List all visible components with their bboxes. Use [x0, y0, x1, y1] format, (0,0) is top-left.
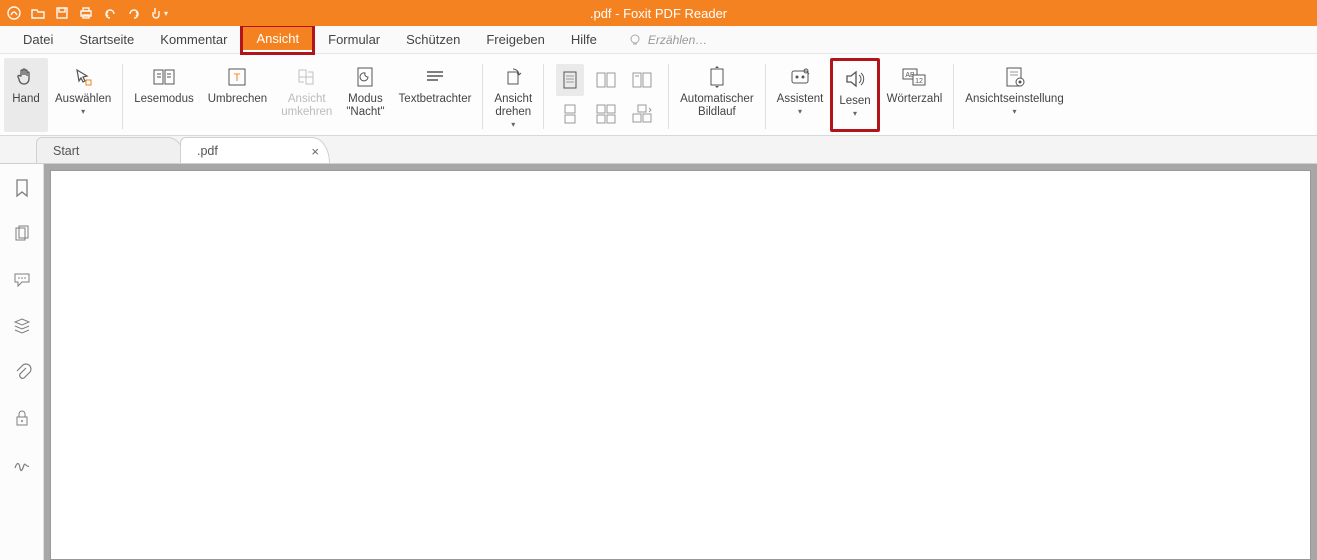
page-area[interactable] [44, 164, 1317, 560]
autoscroll-button[interactable]: AutomatischerBildlauf [673, 58, 761, 132]
pdf-page [50, 170, 1311, 560]
menu-bar: Datei Startseite Kommentar Ansicht Formu… [0, 26, 1317, 54]
invert-view-button: Ansichtumkehren [274, 58, 339, 132]
hand-tool-button[interactable]: Hand [4, 58, 48, 132]
invert-icon [296, 67, 318, 87]
lightbulb-icon [628, 33, 642, 47]
assistant-button[interactable]: Assistent ▾ [770, 58, 831, 132]
chevron-down-icon: ▾ [81, 107, 85, 116]
book-icon [152, 67, 176, 87]
textview-icon [424, 67, 446, 87]
close-icon[interactable]: × [311, 144, 319, 159]
signature-icon[interactable] [12, 454, 32, 474]
chevron-down-icon: ▾ [511, 120, 515, 129]
viewsettings-icon [1003, 66, 1027, 88]
cursor-icon [72, 66, 94, 88]
text-viewer-button[interactable]: Textbetrachter [392, 58, 479, 132]
read-aloud-button[interactable]: Lesen ▾ [830, 58, 879, 132]
menu-startseite[interactable]: Startseite [66, 26, 147, 53]
tab-pdf[interactable]: .pdf × [180, 137, 330, 163]
autoscroll-icon [706, 65, 728, 89]
document-tabs: Start .pdf × [0, 136, 1317, 164]
wordcount-icon: AB12 [901, 67, 927, 87]
view-settings-button[interactable]: Ansichtseinstellung ▾ [958, 58, 1070, 132]
separate-cover-icon[interactable] [628, 98, 656, 130]
undo-icon[interactable] [102, 5, 118, 21]
menu-formular[interactable]: Formular [315, 26, 393, 53]
window-title: .pdf - Foxit PDF Reader [590, 6, 727, 21]
svg-text:T: T [234, 72, 241, 84]
rotate-icon [502, 66, 524, 88]
navigation-panel [0, 164, 44, 560]
attachments-icon[interactable] [12, 362, 32, 382]
menu-ansicht[interactable]: Ansicht [243, 27, 312, 52]
night-mode-button[interactable]: Modus"Nacht" [339, 58, 391, 132]
comments-icon[interactable] [12, 270, 32, 290]
pages-icon[interactable] [12, 224, 32, 244]
menu-kommentar[interactable]: Kommentar [147, 26, 240, 53]
read-mode-button[interactable]: Lesemodus [127, 58, 200, 132]
tab-label: Start [53, 144, 79, 158]
title-bar: ▾ .pdf - Foxit PDF Reader [0, 0, 1317, 26]
redo-icon[interactable] [126, 5, 142, 21]
rotate-view-button[interactable]: Ansichtdrehen ▾ [487, 58, 539, 132]
layers-icon[interactable] [12, 316, 32, 336]
cover-facing-icon[interactable] [628, 64, 656, 96]
print-icon[interactable] [78, 5, 94, 21]
night-icon [354, 66, 376, 88]
security-icon[interactable] [12, 408, 32, 428]
assistant-icon [789, 66, 811, 88]
reflow-button[interactable]: T Umbrechen [201, 58, 274, 132]
speaker-icon [843, 68, 867, 90]
workspace [0, 164, 1317, 560]
touch-mode-icon[interactable]: ▾ [150, 5, 166, 21]
select-tool-button[interactable]: Auswählen ▾ [48, 58, 118, 132]
menu-schuetzen[interactable]: Schützen [393, 26, 473, 53]
ribbon-ansicht: Hand Auswählen ▾ Lesemodus T Umbrechen A… [0, 54, 1317, 136]
open-icon[interactable] [30, 5, 46, 21]
search-placeholder: Erzählen… [648, 33, 707, 47]
save-icon[interactable] [54, 5, 70, 21]
chevron-down-icon: ▾ [853, 109, 857, 118]
tab-label: .pdf [197, 144, 218, 158]
bookmark-icon[interactable] [12, 178, 32, 198]
continuous-icon[interactable] [556, 98, 584, 130]
page-display-grid [548, 58, 664, 135]
menu-ansicht-highlight: Ansicht [240, 24, 315, 55]
continuous-facing-icon[interactable] [592, 98, 620, 130]
quick-access-toolbar: ▾ [6, 5, 166, 21]
reflow-icon: T [226, 67, 248, 87]
chevron-down-icon: ▾ [798, 107, 802, 116]
tell-me-search[interactable]: Erzählen… [628, 26, 707, 53]
facing-page-icon[interactable] [592, 64, 620, 96]
hand-icon [15, 66, 37, 88]
word-count-button[interactable]: AB12 Wörterzahl [880, 58, 950, 132]
app-logo-icon[interactable] [6, 5, 22, 21]
menu-hilfe[interactable]: Hilfe [558, 26, 610, 53]
chevron-down-icon: ▾ [1013, 107, 1017, 116]
menu-datei[interactable]: Datei [10, 26, 66, 53]
menu-freigeben[interactable]: Freigeben [473, 26, 558, 53]
tab-start[interactable]: Start [36, 137, 186, 163]
svg-text:12: 12 [916, 78, 924, 85]
single-page-icon[interactable] [556, 64, 584, 96]
